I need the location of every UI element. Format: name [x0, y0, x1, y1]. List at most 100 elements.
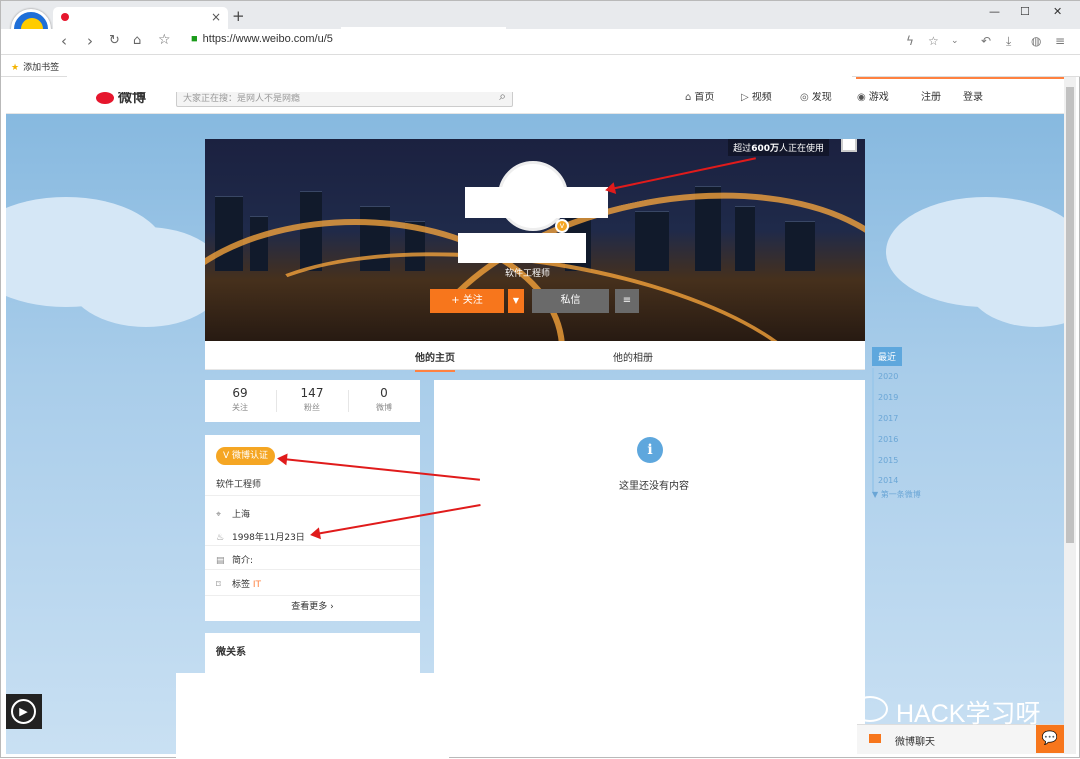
- wechat-icon: [852, 696, 888, 722]
- verified-badge-icon: v: [555, 219, 569, 233]
- feed-panel: i 这里还没有内容: [434, 380, 865, 754]
- follow-dropdown-button[interactable]: ▼: [508, 289, 524, 313]
- stat-followers[interactable]: 147 粉丝: [277, 386, 347, 413]
- stat-posts-label: 微博: [376, 403, 392, 412]
- chevron-down-icon[interactable]: ⌄: [951, 36, 959, 46]
- address-bar: ‹ › ↻ ⌂ ☆ ■ https://www.weibo.com/u/5 ϟ ☆…: [1, 29, 1080, 55]
- discover-icon: ◎: [800, 92, 809, 103]
- weibo-eye-icon: [96, 92, 114, 104]
- url-field[interactable]: ■ https://www.weibo.com/u/5: [191, 33, 333, 45]
- timeline-year[interactable]: 2015: [878, 456, 898, 465]
- game-icon: ◉: [857, 92, 866, 103]
- weibo-page: 微博 大家正在搜：是网人不是网瘾 ⌕ ⌂ 首页 ▷ 视频 ◎ 发现 ◉ 游戏 注册 登录: [6, 77, 1064, 754]
- timeline-year[interactable]: 2014: [878, 476, 898, 485]
- timeline-year[interactable]: 2020: [878, 372, 898, 381]
- stat-followers-value: 147: [300, 386, 324, 400]
- private-message-button[interactable]: 私信: [532, 289, 609, 313]
- lock-icon: ■: [191, 33, 198, 45]
- menu-icon[interactable]: ≡: [1055, 34, 1065, 48]
- weibo-verification-badge[interactable]: V 微博认证: [216, 447, 276, 465]
- new-tab-button[interactable]: +: [232, 7, 245, 25]
- nav-home-label: 首页: [694, 92, 715, 103]
- forward-icon[interactable]: ›: [87, 32, 93, 50]
- tab-album[interactable]: 他的相册: [613, 349, 653, 364]
- stat-following-value: 69: [232, 386, 248, 400]
- accent-line: [856, 77, 1064, 79]
- nav-game-label: 游戏: [868, 92, 889, 103]
- user-count-suffix: 人正在使用: [778, 144, 824, 154]
- home-browser-icon[interactable]: ⌂: [133, 33, 141, 48]
- nav-game[interactable]: ◉ 游戏: [857, 88, 889, 103]
- birthday-cake-icon: ♨: [216, 533, 225, 543]
- verification-title: 软件工程师: [216, 480, 262, 490]
- redacted-block: [341, 27, 506, 51]
- scrollbar-thumb[interactable]: [1066, 87, 1074, 543]
- see-more-link[interactable]: 查看更多 ›: [205, 599, 420, 612]
- play-icon[interactable]: ▶: [11, 699, 36, 724]
- tab-home[interactable]: 他的主页: [415, 349, 455, 372]
- user-count-value: 600万: [751, 144, 779, 154]
- tags-label: 标签: [232, 580, 251, 590]
- tags-row: ⌑ 标签 IT: [216, 577, 261, 590]
- download-icon[interactable]: ⤓: [1006, 34, 1011, 49]
- register-link[interactable]: 注册: [921, 88, 941, 103]
- stat-followers-label: 粉丝: [304, 403, 320, 412]
- close-tab-icon[interactable]: ×: [211, 10, 221, 24]
- add-bookmark-label: 添加书签: [23, 63, 60, 73]
- title-bar: × + — ☐ ✕: [1, 1, 1080, 29]
- stat-posts-value: 0: [380, 386, 388, 400]
- vertical-scrollbar[interactable]: [1064, 77, 1076, 754]
- bio-icon: ▤: [216, 556, 225, 566]
- timeline-first-post[interactable]: ▼ 第一条微博: [872, 489, 932, 500]
- tag-icon: ⌑: [216, 580, 221, 590]
- timeline-nav: 最近 2020 2019 2017 2016 2015 2014 ▼ 第一条微博: [872, 347, 921, 499]
- reload-icon[interactable]: ↻: [109, 33, 120, 48]
- stat-following[interactable]: 69 关注: [205, 386, 275, 413]
- birthday-row: ♨ 1998年11月23日: [216, 530, 305, 543]
- lightning-icon[interactable]: ϟ: [906, 34, 914, 48]
- more-menu-button[interactable]: ≡: [615, 289, 639, 313]
- location-value: 上海: [232, 510, 251, 520]
- qr-code-icon[interactable]: [841, 139, 857, 152]
- timeline-year[interactable]: 2016: [878, 435, 898, 444]
- tag-value-link[interactable]: IT: [253, 580, 261, 590]
- minimize-button[interactable]: —: [989, 5, 1000, 18]
- media-player-widget[interactable]: ▶: [6, 694, 42, 729]
- close-window-button[interactable]: ✕: [1053, 5, 1062, 18]
- login-link[interactable]: 登录: [963, 88, 983, 103]
- favorite-star-icon[interactable]: ☆: [158, 32, 171, 48]
- timeline-year[interactable]: 2019: [878, 393, 898, 402]
- timeline-year[interactable]: 2017: [878, 414, 898, 423]
- divider: [205, 495, 420, 496]
- bio-row: ▤ 简介:: [216, 553, 253, 566]
- browser-tab[interactable]: ×: [53, 7, 228, 29]
- relations-heading: 微关系: [216, 647, 246, 658]
- maximize-button[interactable]: ☐: [1020, 5, 1030, 18]
- mail-icon: [869, 734, 881, 743]
- back-icon[interactable]: ‹: [61, 32, 67, 50]
- undo-icon[interactable]: ↶: [981, 34, 991, 48]
- stat-following-label: 关注: [232, 403, 248, 412]
- home-icon: ⌂: [685, 92, 692, 103]
- redacted-block: [176, 673, 449, 759]
- bookmark-star-icon[interactable]: ☆: [928, 34, 939, 48]
- user-count-prefix: 超过: [733, 144, 752, 154]
- weibo-logo-text: 微博: [118, 90, 146, 106]
- bio-label: 简介:: [232, 556, 254, 566]
- timeline-current[interactable]: 最近: [872, 347, 903, 366]
- profile-tabs: 他的主页 他的相册: [205, 341, 865, 372]
- follow-button[interactable]: + 关注: [430, 289, 504, 313]
- watermark-text: HACK学习呀: [896, 700, 1041, 728]
- redacted-block: [67, 55, 852, 92]
- stat-posts[interactable]: 0 微博: [349, 386, 419, 413]
- divider: [205, 569, 420, 570]
- chat-label: 微博聊天: [895, 737, 935, 748]
- add-bookmark-link[interactable]: ★ 添加书签: [11, 60, 59, 73]
- profile-cover: 超过600万人正在使用 v 软件工程师 + 关注 ▼ 私信 ≡: [205, 139, 865, 341]
- browser-window: × + — ☐ ✕ ‹ › ↻ ⌂ ☆ ■ https://www.weibo.c…: [0, 0, 1080, 759]
- profile-occupation: 软件工程师: [505, 269, 551, 279]
- user-count-banner: 超过600万人正在使用: [728, 139, 829, 156]
- globe-icon[interactable]: ◍: [1031, 34, 1041, 48]
- location-row: ⌖ 上海: [216, 507, 250, 520]
- redacted-name-block: [465, 187, 608, 218]
